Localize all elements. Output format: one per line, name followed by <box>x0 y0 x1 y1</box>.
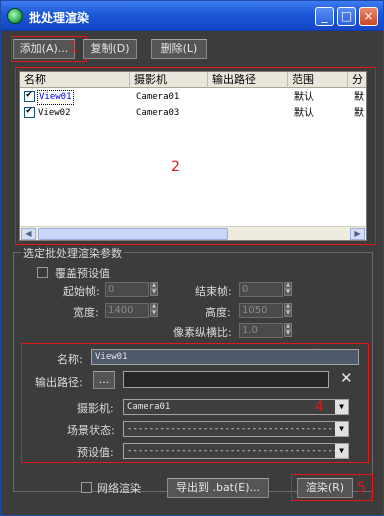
row-name: View02 <box>38 108 71 118</box>
scroll-left-icon[interactable]: ◀ <box>21 228 36 240</box>
list-row[interactable]: View01 Camera01 默认 默 <box>20 89 366 105</box>
column-extra[interactable]: 分 <box>348 72 366 88</box>
aspect-label: 像素纵横比: <box>173 326 232 339</box>
row-range: 默认 <box>294 108 314 119</box>
column-range[interactable]: 范围 <box>288 72 348 88</box>
camera-label: 摄影机: <box>77 402 114 415</box>
preset-value: ----------------------------------------… <box>127 446 344 456</box>
export-bat-button[interactable]: 导出到 .bat(E)... <box>167 478 269 498</box>
width-spinner[interactable]: ▲ ▼ <box>150 303 158 318</box>
batch-render-window: 批处理渲染 _ □ × 添加(A)... 1 复制(D) 删除(L) 名称 摄影… <box>0 0 384 516</box>
net-render-label: 网络渲染 <box>97 482 141 495</box>
chevron-down-icon[interactable]: ▼ <box>335 444 348 458</box>
height-label: 高度: <box>205 306 231 319</box>
end-frame-label: 结束帧: <box>195 285 232 298</box>
checkbox-icon[interactable] <box>24 89 35 102</box>
column-camera[interactable]: 摄影机 <box>130 72 208 88</box>
maximize-button[interactable]: □ <box>337 7 356 26</box>
row-extra: 默 <box>354 108 364 119</box>
params-group-label: 选定批处理渲染参数 <box>21 245 124 261</box>
column-output[interactable]: 输出路径 <box>208 72 288 88</box>
annotation-2: 2 <box>171 159 180 175</box>
width-input[interactable]: 1400 <box>105 303 149 318</box>
clear-icon[interactable]: ✕ <box>340 369 353 387</box>
name-input[interactable]: View01 <box>91 349 359 365</box>
annotation-4: 4 <box>315 399 324 415</box>
aspect-input[interactable]: 1.0 <box>239 323 283 338</box>
row-camera: Camera01 <box>136 92 180 102</box>
render-view-list[interactable]: 名称 摄影机 输出路径 范围 分 View01 Camera01 默认 默 Vi… <box>19 71 367 241</box>
end-frame-input[interactable]: 0 <box>239 282 283 297</box>
width-label: 宽度: <box>73 306 99 319</box>
checkbox-icon[interactable] <box>24 105 35 118</box>
scroll-thumb[interactable] <box>38 228 228 240</box>
browse-button[interactable]: ... <box>93 371 115 389</box>
chevron-down-icon[interactable]: ▼ <box>335 400 348 414</box>
chevron-down-icon[interactable]: ▼ <box>335 422 348 436</box>
app-icon <box>7 8 23 24</box>
start-frame-input[interactable]: 0 <box>105 282 149 297</box>
output-path-field[interactable] <box>123 371 329 388</box>
aspect-spinner[interactable]: ▲ ▼ <box>284 323 292 338</box>
preset-label: 预设值: <box>77 446 114 459</box>
override-label: 覆盖预设值 <box>55 267 110 280</box>
column-name[interactable]: 名称 <box>20 72 130 88</box>
scene-state-value: ----------------------------------------… <box>127 424 344 434</box>
height-spinner[interactable]: ▲ ▼ <box>284 303 292 318</box>
render-button[interactable]: 渲染(R) <box>297 478 353 498</box>
start-frame-spinner[interactable]: ▲ ▼ <box>150 282 158 297</box>
row-name: View01 <box>37 90 74 105</box>
list-row[interactable]: View02 Camera03 默认 默 <box>20 105 366 121</box>
end-frame-spinner[interactable]: ▲ ▼ <box>284 282 292 297</box>
row-camera: Camera03 <box>136 108 180 118</box>
scroll-right-icon[interactable]: ▶ <box>350 228 365 240</box>
title-bar[interactable]: 批处理渲染 _ □ × <box>1 1 383 31</box>
list-header: 名称 摄影机 输出路径 范围 分 <box>20 72 366 88</box>
scene-state-label: 场景状态: <box>67 424 115 437</box>
delete-button[interactable]: 删除(L) <box>151 39 207 59</box>
scene-state-dropdown[interactable]: ----------------------------------------… <box>123 421 349 437</box>
annotation-5: 5 <box>357 480 366 496</box>
row-extra: 默 <box>354 92 364 103</box>
horizontal-scrollbar[interactable]: ◀ ▶ <box>20 226 366 240</box>
height-input[interactable]: 1050 <box>239 303 283 318</box>
output-path-label: 输出路径: <box>35 376 83 389</box>
annotation-1: 1 <box>69 40 78 56</box>
start-frame-label: 起始帧: <box>63 285 100 298</box>
preset-dropdown[interactable]: ----------------------------------------… <box>123 443 349 459</box>
minimize-button[interactable]: _ <box>315 7 334 26</box>
close-button[interactable]: × <box>359 7 378 26</box>
net-render-checkbox[interactable] <box>81 482 92 493</box>
window-title: 批处理渲染 <box>29 11 90 25</box>
copy-button[interactable]: 复制(D) <box>83 39 137 59</box>
override-checkbox[interactable] <box>37 267 48 278</box>
camera-value: Camera01 <box>127 402 171 412</box>
name-label: 名称: <box>57 353 83 366</box>
row-range: 默认 <box>294 92 314 103</box>
